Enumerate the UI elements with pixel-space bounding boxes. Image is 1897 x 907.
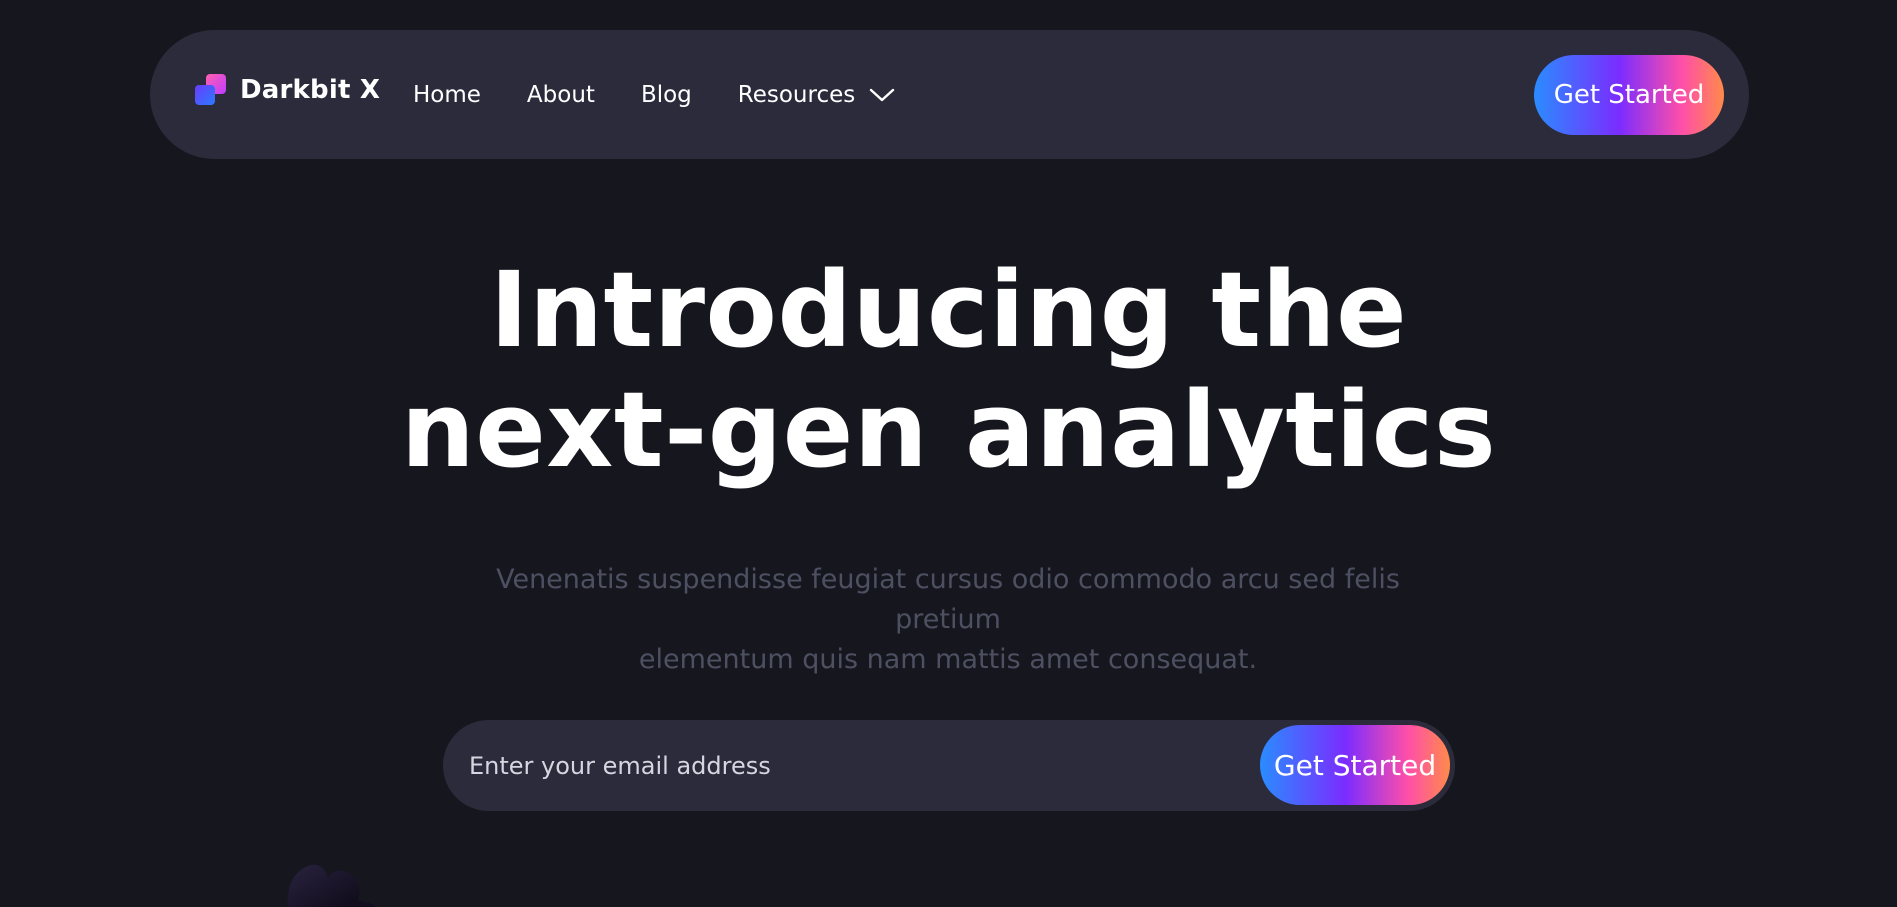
hero-title-line-1: Introducing the xyxy=(489,249,1408,371)
top-navbar: Darkbit X Home About Blog Resources Get … xyxy=(150,30,1749,159)
nav-link-blog[interactable]: Blog xyxy=(641,82,692,108)
hero-subtitle-line-1: Venenatis suspendisse feugiat cursus odi… xyxy=(496,564,1400,635)
landing-page: Darkbit X Home About Blog Resources Get … xyxy=(0,0,1897,907)
nav-link-home[interactable]: Home xyxy=(413,82,481,108)
form-get-started-button[interactable]: Get Started xyxy=(1260,725,1450,805)
nav-links: Home About Blog Resources xyxy=(413,82,895,108)
chevron-down-icon xyxy=(870,88,895,101)
nav-link-label: About xyxy=(526,81,595,108)
brand-logo[interactable]: Darkbit X xyxy=(195,74,380,105)
hero-title-line-2: next-gen analytics xyxy=(400,369,1497,491)
hero-subtitle-line-2: elementum quis nam mattis amet consequat… xyxy=(638,644,1258,675)
nav-link-label: Blog xyxy=(640,81,692,108)
hero-title: Introducing the next-gen analytics xyxy=(0,250,1897,490)
nav-get-started-button[interactable]: Get Started xyxy=(1534,55,1724,135)
nav-link-about[interactable]: About xyxy=(527,82,595,108)
email-input[interactable] xyxy=(469,720,1169,811)
nav-link-label: Resources xyxy=(737,81,856,108)
decorative-3d-shape xyxy=(287,864,376,907)
nav-link-resources[interactable]: Resources xyxy=(738,82,895,108)
email-signup-form: Get Started xyxy=(443,720,1455,811)
brand-name: Darkbit X xyxy=(240,74,381,105)
logo-squares-icon xyxy=(195,74,226,105)
nav-link-label: Home xyxy=(413,81,481,108)
hero-subtitle: Venenatis suspendisse feugiat cursus odi… xyxy=(448,560,1448,680)
